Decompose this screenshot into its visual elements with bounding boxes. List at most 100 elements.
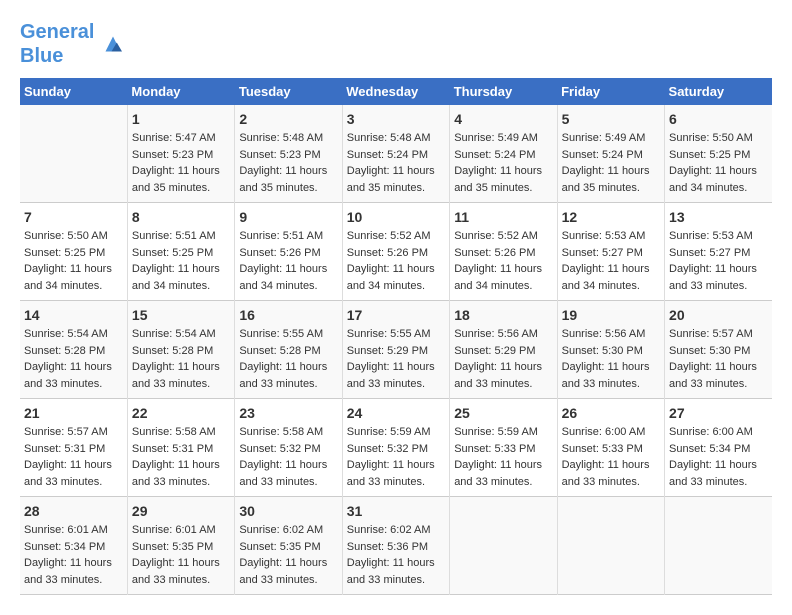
day-info: Sunrise: 5:47 AM Sunset: 5:23 PM Dayligh… [132, 130, 230, 196]
calendar-cell: 10 Sunrise: 5:52 AM Sunset: 5:26 PM Dayli… [342, 203, 449, 301]
calendar-week-row: 7 Sunrise: 5:50 AM Sunset: 5:25 PM Daylig… [20, 203, 772, 301]
calendar-cell: 26 Sunrise: 6:00 AM Sunset: 5:33 PM Dayli… [557, 399, 664, 497]
day-info: Sunrise: 5:59 AM Sunset: 5:32 PM Dayligh… [347, 424, 445, 490]
day-info: Sunrise: 5:48 AM Sunset: 5:23 PM Dayligh… [239, 130, 337, 196]
calendar-cell: 6 Sunrise: 5:50 AM Sunset: 5:25 PM Daylig… [665, 105, 772, 203]
day-number: 5 [562, 111, 660, 127]
weekday-header: Thursday [450, 78, 557, 105]
day-info: Sunrise: 5:53 AM Sunset: 5:27 PM Dayligh… [562, 228, 660, 294]
calendar-header-row: SundayMondayTuesdayWednesdayThursdayFrid… [20, 78, 772, 105]
day-info: Sunrise: 5:49 AM Sunset: 5:24 PM Dayligh… [562, 130, 660, 196]
calendar-cell: 11 Sunrise: 5:52 AM Sunset: 5:26 PM Dayli… [450, 203, 557, 301]
day-info: Sunrise: 5:58 AM Sunset: 5:31 PM Dayligh… [132, 424, 230, 490]
day-number: 14 [24, 307, 123, 323]
day-info: Sunrise: 5:54 AM Sunset: 5:28 PM Dayligh… [132, 326, 230, 392]
day-info: Sunrise: 5:56 AM Sunset: 5:30 PM Dayligh… [562, 326, 660, 392]
day-number: 17 [347, 307, 445, 323]
calendar-cell: 21Sunrise: 5:57 AM Sunset: 5:31 PM Dayli… [20, 399, 127, 497]
weekday-header: Sunday [20, 78, 127, 105]
day-number: 24 [347, 405, 445, 421]
weekday-header: Tuesday [235, 78, 342, 105]
calendar-cell: 28 Sunrise: 6:01 AM Sunset: 5:34 PM Dayli… [20, 497, 127, 595]
page-header: GeneralBlue [20, 20, 772, 68]
day-number: 29 [132, 503, 230, 519]
calendar-cell: 25Sunrise: 5:59 AM Sunset: 5:33 PM Dayli… [450, 399, 557, 497]
day-number: 25 [454, 405, 552, 421]
day-info: Sunrise: 5:52 AM Sunset: 5:26 PM Dayligh… [454, 228, 552, 294]
day-number: 1 [132, 111, 230, 127]
calendar-cell: 3Sunrise: 5:48 AM Sunset: 5:24 PM Daylig… [342, 105, 449, 203]
day-number: 9 [239, 209, 337, 225]
day-number: 10 [347, 209, 445, 225]
day-info: Sunrise: 6:02 AM Sunset: 5:35 PM Dayligh… [239, 522, 337, 588]
day-info: Sunrise: 5:53 AM Sunset: 5:27 PM Dayligh… [669, 228, 768, 294]
day-number: 20 [669, 307, 768, 323]
calendar-cell: 5 Sunrise: 5:49 AM Sunset: 5:24 PM Daylig… [557, 105, 664, 203]
weekday-header: Friday [557, 78, 664, 105]
day-info: Sunrise: 5:54 AM Sunset: 5:28 PM Dayligh… [24, 326, 123, 392]
day-number: 4 [454, 111, 552, 127]
day-info: Sunrise: 5:51 AM Sunset: 5:25 PM Dayligh… [132, 228, 230, 294]
calendar-cell [557, 497, 664, 595]
logo-icon [98, 29, 128, 59]
calendar-cell: 31Sunrise: 6:02 AM Sunset: 5:36 PM Dayli… [342, 497, 449, 595]
day-info: Sunrise: 6:01 AM Sunset: 5:35 PM Dayligh… [132, 522, 230, 588]
day-number: 30 [239, 503, 337, 519]
calendar-cell: 29 Sunrise: 6:01 AM Sunset: 5:35 PM Dayli… [127, 497, 234, 595]
day-info: Sunrise: 5:49 AM Sunset: 5:24 PM Dayligh… [454, 130, 552, 196]
day-number: 16 [239, 307, 337, 323]
calendar-cell: 8 Sunrise: 5:51 AM Sunset: 5:25 PM Daylig… [127, 203, 234, 301]
day-info: Sunrise: 5:50 AM Sunset: 5:25 PM Dayligh… [669, 130, 768, 196]
weekday-header: Monday [127, 78, 234, 105]
calendar-cell: 20 Sunrise: 5:57 AM Sunset: 5:30 PM Dayli… [665, 301, 772, 399]
day-info: Sunrise: 5:55 AM Sunset: 5:28 PM Dayligh… [239, 326, 337, 392]
day-number: 15 [132, 307, 230, 323]
day-number: 27 [669, 405, 768, 421]
calendar-cell: 18Sunrise: 5:56 AM Sunset: 5:29 PM Dayli… [450, 301, 557, 399]
calendar-cell: 24 Sunrise: 5:59 AM Sunset: 5:32 PM Dayli… [342, 399, 449, 497]
calendar-cell [450, 497, 557, 595]
day-info: Sunrise: 6:00 AM Sunset: 5:33 PM Dayligh… [562, 424, 660, 490]
weekday-header: Saturday [665, 78, 772, 105]
day-number: 7 [24, 209, 123, 225]
calendar-cell: 27 Sunrise: 6:00 AM Sunset: 5:34 PM Dayli… [665, 399, 772, 497]
logo-text: GeneralBlue [20, 20, 94, 68]
calendar-cell: 17 Sunrise: 5:55 AM Sunset: 5:29 PM Dayli… [342, 301, 449, 399]
calendar-week-row: 1 Sunrise: 5:47 AM Sunset: 5:23 PM Daylig… [20, 105, 772, 203]
calendar-cell: 2 Sunrise: 5:48 AM Sunset: 5:23 PM Daylig… [235, 105, 342, 203]
day-info: Sunrise: 5:52 AM Sunset: 5:26 PM Dayligh… [347, 228, 445, 294]
calendar-cell: 14 Sunrise: 5:54 AM Sunset: 5:28 PM Dayli… [20, 301, 127, 399]
day-info: Sunrise: 5:57 AM Sunset: 5:30 PM Dayligh… [669, 326, 768, 392]
day-number: 22 [132, 405, 230, 421]
day-number: 13 [669, 209, 768, 225]
day-number: 28 [24, 503, 123, 519]
day-info: Sunrise: 6:00 AM Sunset: 5:34 PM Dayligh… [669, 424, 768, 490]
calendar-cell: 15 Sunrise: 5:54 AM Sunset: 5:28 PM Dayli… [127, 301, 234, 399]
calendar-cell: 12 Sunrise: 5:53 AM Sunset: 5:27 PM Dayli… [557, 203, 664, 301]
calendar-cell: 19Sunrise: 5:56 AM Sunset: 5:30 PM Dayli… [557, 301, 664, 399]
day-number: 26 [562, 405, 660, 421]
day-info: Sunrise: 5:51 AM Sunset: 5:26 PM Dayligh… [239, 228, 337, 294]
day-number: 3 [347, 111, 445, 127]
calendar-week-row: 28 Sunrise: 6:01 AM Sunset: 5:34 PM Dayli… [20, 497, 772, 595]
day-number: 11 [454, 209, 552, 225]
day-number: 12 [562, 209, 660, 225]
day-number: 31 [347, 503, 445, 519]
calendar-cell: 16 Sunrise: 5:55 AM Sunset: 5:28 PM Dayli… [235, 301, 342, 399]
calendar-week-row: 21Sunrise: 5:57 AM Sunset: 5:31 PM Dayli… [20, 399, 772, 497]
day-number: 18 [454, 307, 552, 323]
day-info: Sunrise: 5:50 AM Sunset: 5:25 PM Dayligh… [24, 228, 123, 294]
day-number: 8 [132, 209, 230, 225]
day-number: 23 [239, 405, 337, 421]
calendar-cell: 9 Sunrise: 5:51 AM Sunset: 5:26 PM Daylig… [235, 203, 342, 301]
calendar-cell: 30 Sunrise: 6:02 AM Sunset: 5:35 PM Dayli… [235, 497, 342, 595]
calendar-cell: 7 Sunrise: 5:50 AM Sunset: 5:25 PM Daylig… [20, 203, 127, 301]
day-info: Sunrise: 5:55 AM Sunset: 5:29 PM Dayligh… [347, 326, 445, 392]
logo: GeneralBlue [20, 20, 128, 68]
day-number: 21 [24, 405, 123, 421]
day-number: 6 [669, 111, 768, 127]
calendar-week-row: 14 Sunrise: 5:54 AM Sunset: 5:28 PM Dayli… [20, 301, 772, 399]
day-number: 2 [239, 111, 337, 127]
calendar-cell: 23Sunrise: 5:58 AM Sunset: 5:32 PM Dayli… [235, 399, 342, 497]
day-info: Sunrise: 6:01 AM Sunset: 5:34 PM Dayligh… [24, 522, 123, 588]
